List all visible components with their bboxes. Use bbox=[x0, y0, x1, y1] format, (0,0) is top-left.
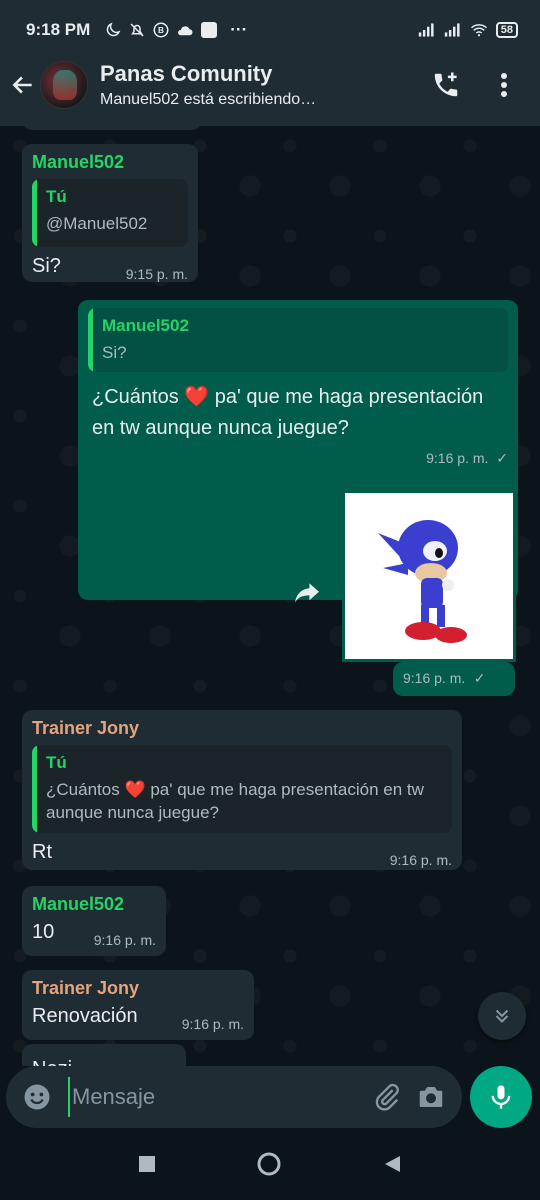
typing-status: Manuel502 está escribiendo… bbox=[100, 91, 317, 108]
quoted-message[interactable]: Manuel502 Si? bbox=[88, 308, 508, 372]
moon-icon bbox=[104, 21, 122, 39]
microphone-icon bbox=[491, 1085, 511, 1109]
group-avatar[interactable] bbox=[40, 61, 88, 109]
quoted-message[interactable]: Tú ¿Cuántos ❤️ pa' que me haga presentac… bbox=[32, 745, 452, 833]
message-bubble[interactable]: Manuel502 10 9:16 p. m. bbox=[22, 886, 166, 956]
message-sender: Trainer Jony bbox=[32, 718, 140, 738]
scroll-to-bottom-button[interactable] bbox=[478, 992, 526, 1040]
emoji-icon bbox=[24, 1084, 50, 1110]
battery-indicator: 58 bbox=[495, 22, 518, 38]
message-text: 10 bbox=[32, 921, 55, 943]
triangle-back-icon bbox=[385, 1155, 400, 1172]
signal-icon-2 bbox=[444, 21, 462, 39]
message-bubble[interactable]: Trainer Jony Renovación 9:16 p. m. bbox=[22, 970, 254, 1040]
partial-message bbox=[22, 126, 202, 130]
message-composer bbox=[6, 1066, 462, 1128]
svg-text:B: B bbox=[158, 26, 164, 35]
status-time: 9:18 PM bbox=[26, 20, 91, 39]
camera-button[interactable] bbox=[414, 1079, 448, 1115]
b-icon: B bbox=[152, 21, 170, 39]
quoted-message[interactable]: Tú @Manuel502 bbox=[32, 179, 188, 247]
bell-off-icon bbox=[128, 21, 146, 39]
back-button[interactable] bbox=[8, 65, 38, 105]
attach-button[interactable] bbox=[370, 1079, 404, 1115]
chat-title-block[interactable]: Panas Comunity Manuel502 está escribiend… bbox=[100, 61, 410, 109]
quote-text: Si? bbox=[102, 343, 127, 362]
kebab-menu-icon bbox=[501, 73, 507, 97]
more-options-button[interactable] bbox=[482, 63, 526, 107]
message-bubble[interactable]: Manuel502 Tú @Manuel502 Si? 9:15 p. m. bbox=[22, 144, 198, 282]
status-overflow: ··· bbox=[230, 20, 248, 39]
quote-text-part: ¿Cuántos bbox=[46, 780, 125, 799]
chat-header: Panas Comunity Manuel502 está escribiend… bbox=[0, 44, 540, 126]
emoji-button[interactable] bbox=[20, 1079, 54, 1115]
chat-title: Panas Comunity bbox=[100, 61, 273, 86]
add-call-button[interactable] bbox=[424, 63, 468, 107]
quote-text: @Manuel502 bbox=[46, 214, 148, 233]
status-right: 58 bbox=[418, 21, 518, 39]
message-text: Rt bbox=[32, 841, 52, 863]
share-arrow-icon bbox=[295, 583, 319, 603]
system-nav-bar bbox=[0, 1132, 540, 1200]
wifi-icon bbox=[470, 21, 488, 39]
double-chevron-down-icon bbox=[495, 1009, 509, 1023]
image-meta: 9:16 p. m. ✓ bbox=[393, 662, 515, 696]
phone-plus-icon bbox=[434, 72, 458, 97]
message-sender: Trainer Jony bbox=[32, 978, 140, 998]
message-bubble[interactable]: Trainer Jony Tú ¿Cuántos ❤️ pa' que me h… bbox=[22, 710, 462, 870]
message-meta: 9:16 p. m. ✓ bbox=[88, 450, 508, 467]
paperclip-icon bbox=[375, 1083, 399, 1111]
check-icon: ✓ bbox=[496, 450, 508, 466]
message-time: 9:16 p. m. bbox=[389, 852, 452, 868]
message-sender: Manuel502 bbox=[32, 894, 125, 914]
quote-text: ¿Cuántos ❤️ pa' que me haga presentación… bbox=[46, 779, 440, 825]
message-input[interactable] bbox=[68, 1077, 360, 1117]
message-bubble[interactable]: Nezi bbox=[22, 1044, 186, 1066]
message-time: 9:16 p. m. bbox=[403, 670, 466, 686]
heart-emoji: ❤️ bbox=[184, 386, 210, 408]
heart-emoji: ❤️ bbox=[124, 780, 146, 799]
message-sender: Manuel502 bbox=[32, 152, 125, 172]
cloud-icon bbox=[176, 21, 194, 39]
home-button[interactable] bbox=[256, 1151, 282, 1182]
forward-button[interactable] bbox=[290, 576, 324, 610]
circle-home-icon bbox=[257, 1152, 281, 1175]
quote-author: Tú bbox=[46, 753, 67, 772]
message-text: Si? bbox=[32, 255, 61, 277]
message-text: Renovación bbox=[32, 1005, 138, 1027]
signal-icon bbox=[418, 21, 436, 39]
message-text: Nezi bbox=[32, 1054, 176, 1066]
sonic-sticker-image bbox=[378, 520, 467, 643]
message-time: 9:16 p. m. bbox=[93, 932, 156, 948]
arrow-left-icon bbox=[12, 76, 32, 94]
quote-author: Manuel502 bbox=[102, 316, 189, 335]
message-time: 9:16 p. m. bbox=[426, 450, 489, 466]
check-icon: ✓ bbox=[473, 670, 486, 686]
chat-area[interactable]: Manuel502 Tú @Manuel502 Si? 9:15 p. m. M… bbox=[0, 126, 540, 1066]
message-text-part: ¿Cuántos bbox=[92, 386, 185, 408]
message-time: 9:15 p. m. bbox=[125, 266, 188, 282]
square-icon bbox=[200, 21, 218, 39]
camera-icon bbox=[419, 1087, 443, 1107]
voice-message-button[interactable] bbox=[470, 1066, 532, 1128]
message-text: ¿Cuántos ❤️ pa' que me haga presentación… bbox=[88, 382, 508, 444]
message-time: 9:16 p. m. bbox=[181, 1016, 244, 1032]
recents-button[interactable] bbox=[138, 1155, 156, 1178]
square-nav-icon bbox=[139, 1155, 155, 1172]
back-nav-button[interactable] bbox=[382, 1154, 402, 1179]
quote-author: Tú bbox=[46, 187, 67, 206]
image-message[interactable] bbox=[342, 490, 516, 662]
status-left: 9:18 PM B ··· bbox=[26, 20, 418, 40]
